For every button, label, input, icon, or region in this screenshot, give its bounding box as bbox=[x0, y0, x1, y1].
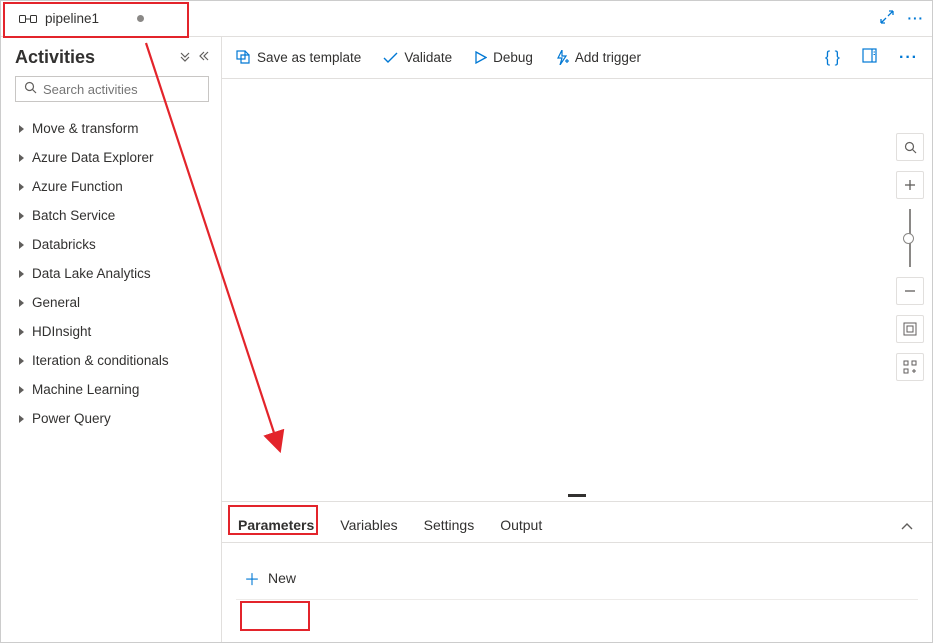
add-trigger-label: Add trigger bbox=[575, 50, 641, 65]
activity-category[interactable]: Machine Learning bbox=[15, 375, 209, 404]
activity-category[interactable]: Databricks bbox=[15, 230, 209, 259]
caret-right-icon bbox=[19, 154, 24, 162]
activities-title: Activities bbox=[15, 47, 95, 68]
caret-right-icon bbox=[19, 386, 24, 394]
activity-label: Power Query bbox=[32, 411, 111, 426]
pipeline-toolbar: Save as template Validate Debug Add trig… bbox=[222, 37, 932, 79]
activity-label: Azure Data Explorer bbox=[32, 150, 154, 165]
activity-label: Machine Learning bbox=[32, 382, 139, 397]
activity-label: Batch Service bbox=[32, 208, 115, 223]
activity-label: Data Lake Analytics bbox=[32, 266, 151, 281]
header-actions: ··· bbox=[880, 10, 925, 27]
collapse-panel-icon[interactable] bbox=[900, 519, 918, 534]
caret-right-icon bbox=[19, 328, 24, 336]
caret-right-icon bbox=[19, 270, 24, 278]
trigger-icon bbox=[555, 50, 569, 65]
caret-right-icon bbox=[19, 241, 24, 249]
content-area: Save as template Validate Debug Add trig… bbox=[222, 37, 932, 642]
validate-label: Validate bbox=[404, 50, 452, 65]
debug-button[interactable]: Debug bbox=[474, 50, 533, 65]
validate-button[interactable]: Validate bbox=[383, 50, 452, 65]
activity-label: Azure Function bbox=[32, 179, 123, 194]
save-as-template-button[interactable]: Save as template bbox=[236, 50, 361, 65]
activity-label: Move & transform bbox=[32, 121, 139, 136]
zoom-in-button[interactable] bbox=[896, 171, 924, 199]
code-view-button[interactable]: { } bbox=[825, 49, 840, 67]
activity-category[interactable]: Data Lake Analytics bbox=[15, 259, 209, 288]
caret-right-icon bbox=[19, 299, 24, 307]
check-icon bbox=[383, 52, 398, 64]
search-input[interactable] bbox=[43, 82, 219, 97]
activities-list: Move & transform Azure Data Explorer Azu… bbox=[15, 114, 209, 433]
activity-category[interactable]: Power Query bbox=[15, 404, 209, 433]
new-label: New bbox=[268, 570, 296, 586]
bottom-panel: Parameters Variables Settings Output ＋ N… bbox=[222, 501, 932, 642]
zoom-knob[interactable] bbox=[903, 233, 914, 244]
unsaved-dot-icon bbox=[137, 15, 144, 22]
template-icon bbox=[236, 50, 251, 65]
search-activities[interactable] bbox=[15, 76, 209, 102]
reorder-icon[interactable] bbox=[896, 353, 924, 381]
properties-icon[interactable] bbox=[862, 48, 877, 68]
pipeline-icon bbox=[19, 12, 37, 26]
activity-label: HDInsight bbox=[32, 324, 91, 339]
tab-variables[interactable]: Variables bbox=[338, 510, 399, 542]
activity-category[interactable]: General bbox=[15, 288, 209, 317]
pipeline-name: pipeline1 bbox=[45, 11, 99, 26]
debug-label: Debug bbox=[493, 50, 533, 65]
activity-category[interactable]: HDInsight bbox=[15, 317, 209, 346]
play-icon bbox=[474, 51, 487, 64]
panel-tabs: Parameters Variables Settings Output bbox=[222, 502, 932, 543]
caret-right-icon bbox=[19, 183, 24, 191]
tab-parameters[interactable]: Parameters bbox=[236, 510, 316, 542]
caret-right-icon bbox=[19, 212, 24, 220]
expand-icon[interactable] bbox=[880, 10, 894, 27]
pipeline-tab[interactable]: pipeline1 bbox=[9, 7, 154, 30]
activity-category[interactable]: Azure Function bbox=[15, 172, 209, 201]
zoom-out-button[interactable] bbox=[896, 277, 924, 305]
pipeline-canvas[interactable] bbox=[222, 79, 932, 501]
chevron-double-down-icon[interactable] bbox=[179, 50, 191, 65]
tab-settings[interactable]: Settings bbox=[422, 510, 477, 542]
activity-category[interactable]: Iteration & conditionals bbox=[15, 346, 209, 375]
caret-right-icon bbox=[19, 415, 24, 423]
zoom-slider[interactable] bbox=[909, 209, 911, 267]
add-trigger-button[interactable]: Add trigger bbox=[555, 50, 641, 65]
fit-screen-button[interactable] bbox=[896, 315, 924, 343]
activity-category[interactable]: Batch Service bbox=[15, 201, 209, 230]
plus-icon: ＋ bbox=[244, 566, 260, 590]
new-parameter-button[interactable]: ＋ New bbox=[236, 561, 310, 595]
panel-resize-grip[interactable] bbox=[568, 494, 586, 497]
caret-right-icon bbox=[19, 357, 24, 365]
tab-output[interactable]: Output bbox=[498, 510, 544, 542]
more-icon[interactable]: ··· bbox=[908, 11, 925, 26]
activities-sidebar: Activities Move & transform Azure Data E… bbox=[1, 37, 222, 642]
activity-label: General bbox=[32, 295, 80, 310]
search-icon bbox=[24, 81, 37, 97]
activity-category[interactable]: Azure Data Explorer bbox=[15, 143, 209, 172]
activity-label: Databricks bbox=[32, 237, 96, 252]
zoom-tools bbox=[896, 133, 924, 381]
activity-category[interactable]: Move & transform bbox=[15, 114, 209, 143]
activity-label: Iteration & conditionals bbox=[32, 353, 169, 368]
divider bbox=[236, 599, 918, 600]
collapse-sidebar-icon[interactable] bbox=[197, 50, 209, 65]
save-template-label: Save as template bbox=[257, 50, 361, 65]
caret-right-icon bbox=[19, 125, 24, 133]
header-bar: pipeline1 ··· bbox=[1, 1, 932, 37]
annotation-box-new bbox=[240, 601, 310, 631]
more-toolbar-icon[interactable]: ··· bbox=[899, 49, 918, 67]
canvas-search-button[interactable] bbox=[896, 133, 924, 161]
